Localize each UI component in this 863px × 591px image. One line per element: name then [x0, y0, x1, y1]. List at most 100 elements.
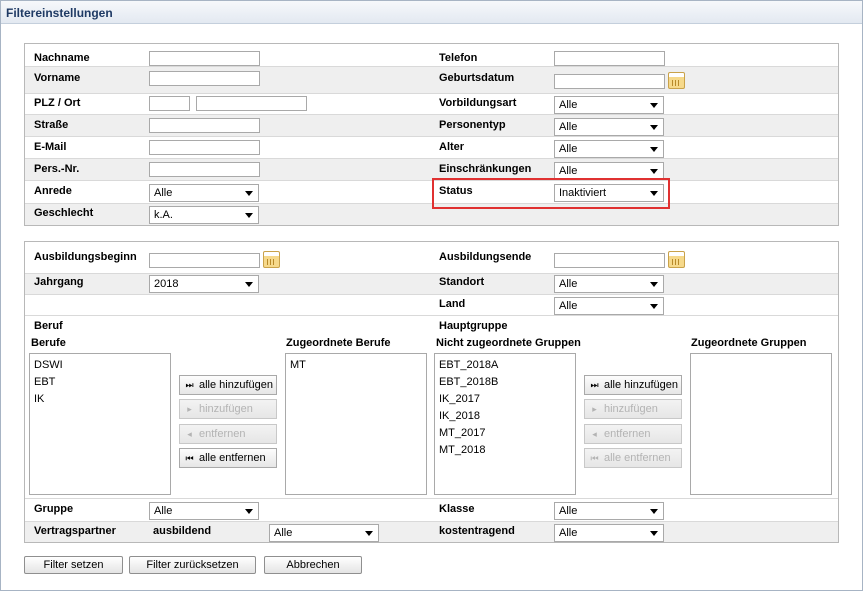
- personentyp-select[interactable]: Alle: [554, 118, 664, 136]
- list-item[interactable]: EBT_2018A: [435, 357, 575, 374]
- strasse-input[interactable]: [149, 118, 260, 133]
- dropdown-arrow-icon: [245, 282, 253, 287]
- jahrgang-value: 2018: [154, 278, 179, 290]
- kostentragend-select[interactable]: Alle: [554, 524, 664, 542]
- vorbildungsart-value: Alle: [559, 99, 578, 111]
- calendar-icon[interactable]: [668, 72, 685, 89]
- dropdown-arrow-icon: [650, 191, 658, 196]
- beruf-remove-all-button[interactable]: ⏮ alle entfernen: [179, 448, 277, 468]
- geschlecht-value: k.A.: [154, 209, 173, 221]
- calendar-icon[interactable]: [263, 251, 280, 268]
- beruf-add-all-button[interactable]: ⏭ alle hinzufügen: [179, 375, 277, 395]
- row-band: [25, 66, 838, 93]
- skip-forward-icon: ⏭: [185, 380, 194, 390]
- dropdown-arrow-icon: [650, 103, 658, 108]
- beruf-heading: Beruf: [34, 320, 63, 332]
- status-select[interactable]: Inaktiviert: [554, 184, 664, 202]
- ausbildungsende-input[interactable]: [554, 253, 665, 268]
- jahrgang-select[interactable]: 2018: [149, 275, 259, 293]
- skip-back-icon: ⏮: [185, 453, 194, 463]
- button-label: entfernen: [604, 428, 651, 440]
- gruppe-add-all-button[interactable]: ⏭ alle hinzufügen: [584, 375, 682, 395]
- gruppe-add-button[interactable]: ▸ hinzufügen: [584, 399, 682, 419]
- gruppe-remove-button[interactable]: ◂ entfernen: [584, 424, 682, 444]
- filter-zuruecksetzen-button[interactable]: Filter zurücksetzen: [129, 556, 256, 574]
- dropdown-arrow-icon: [365, 531, 373, 536]
- list-item[interactable]: MT_2017: [435, 425, 575, 442]
- ausbildend-select[interactable]: Alle: [269, 524, 379, 542]
- dropdown-arrow-icon: [650, 304, 658, 309]
- list-item[interactable]: EBT: [30, 374, 170, 391]
- row-band: [25, 158, 838, 180]
- kostentragend-value: Alle: [559, 527, 578, 539]
- email-label: E-Mail: [34, 141, 67, 153]
- beruf-remove-button[interactable]: ◂ entfernen: [179, 424, 277, 444]
- nachname-input[interactable]: [149, 51, 260, 66]
- dropdown-arrow-icon: [650, 147, 658, 152]
- ausbildungsbeginn-input[interactable]: [149, 253, 260, 268]
- list-item[interactable]: DSWI: [30, 357, 170, 374]
- alter-select[interactable]: Alle: [554, 140, 664, 158]
- dropdown-arrow-icon: [245, 191, 253, 196]
- standort-select[interactable]: Alle: [554, 275, 664, 293]
- dropdown-arrow-icon: [650, 509, 658, 514]
- geburtsdatum-input[interactable]: [554, 74, 665, 89]
- list-item[interactable]: IK_2017: [435, 391, 575, 408]
- dropdown-arrow-icon: [650, 531, 658, 536]
- vorname-input[interactable]: [149, 71, 260, 86]
- list-item[interactable]: MT_2018: [435, 442, 575, 459]
- vorbildungsart-select[interactable]: Alle: [554, 96, 664, 114]
- row-divider: [25, 158, 838, 159]
- row-divider: [25, 498, 838, 499]
- zugeordnete-gruppen-label: Zugeordnete Gruppen: [691, 337, 807, 349]
- calendar-icon[interactable]: [668, 251, 685, 268]
- geburtsdatum-label: Geburtsdatum: [439, 72, 515, 84]
- ausbildend-label: ausbildend: [153, 525, 212, 537]
- chevron-right-icon: ▸: [592, 404, 597, 414]
- persnr-input[interactable]: [149, 162, 260, 177]
- gruppe-value: Alle: [154, 505, 173, 517]
- list-item[interactable]: IK: [30, 391, 170, 408]
- list-item[interactable]: MT: [286, 357, 426, 374]
- skip-forward-icon: ⏭: [590, 380, 599, 390]
- button-label: alle entfernen: [604, 452, 671, 464]
- plz-ort-label: PLZ / Ort: [34, 97, 81, 109]
- beruf-add-button[interactable]: ▸ hinzufügen: [179, 399, 277, 419]
- zugeordnete-berufe-listbox[interactable]: MT: [285, 353, 427, 495]
- skip-back-icon: ⏮: [590, 453, 599, 463]
- zugeordnete-gruppen-listbox[interactable]: [690, 353, 832, 495]
- telefon-input[interactable]: [554, 51, 665, 66]
- gruppe-remove-all-button[interactable]: ⏮ alle entfernen: [584, 448, 682, 468]
- row-divider: [25, 136, 838, 137]
- zugeordnete-berufe-label: Zugeordnete Berufe: [286, 337, 391, 349]
- jahrgang-label: Jahrgang: [34, 276, 84, 288]
- button-label: hinzufügen: [604, 403, 658, 415]
- dropdown-arrow-icon: [245, 509, 253, 514]
- button-label: alle entfernen: [199, 452, 266, 464]
- email-input[interactable]: [149, 140, 260, 155]
- list-item[interactable]: EBT_2018B: [435, 374, 575, 391]
- persnr-label: Pers.-Nr.: [34, 163, 80, 175]
- row-divider: [25, 273, 838, 274]
- chevron-left-icon: ◂: [592, 429, 597, 439]
- gruppe-select[interactable]: Alle: [149, 502, 259, 520]
- berufe-listbox[interactable]: DSWI EBT IK: [29, 353, 171, 495]
- list-item[interactable]: IK_2018: [435, 408, 575, 425]
- button-label: alle hinzufügen: [199, 379, 274, 391]
- ort-input[interactable]: [196, 96, 307, 111]
- ausbildungsbeginn-label: Ausbildungsbeginn: [34, 251, 137, 263]
- klasse-select[interactable]: Alle: [554, 502, 664, 520]
- klasse-label: Klasse: [439, 503, 475, 515]
- land-select[interactable]: Alle: [554, 297, 664, 315]
- berufe-list-label: Berufe: [31, 337, 66, 349]
- filter-setzen-button[interactable]: Filter setzen: [24, 556, 123, 574]
- alter-value: Alle: [559, 143, 578, 155]
- dropdown-arrow-icon: [650, 125, 658, 130]
- abbrechen-button[interactable]: Abbrechen: [264, 556, 362, 574]
- anrede-select[interactable]: Alle: [149, 184, 259, 202]
- plz-input[interactable]: [149, 96, 190, 111]
- anrede-value: Alle: [154, 187, 173, 199]
- geschlecht-select[interactable]: k.A.: [149, 206, 259, 224]
- ausbildend-value: Alle: [274, 527, 293, 539]
- nicht-zugeordnete-gruppen-listbox[interactable]: EBT_2018A EBT_2018B IK_2017 IK_2018 MT_2…: [434, 353, 576, 495]
